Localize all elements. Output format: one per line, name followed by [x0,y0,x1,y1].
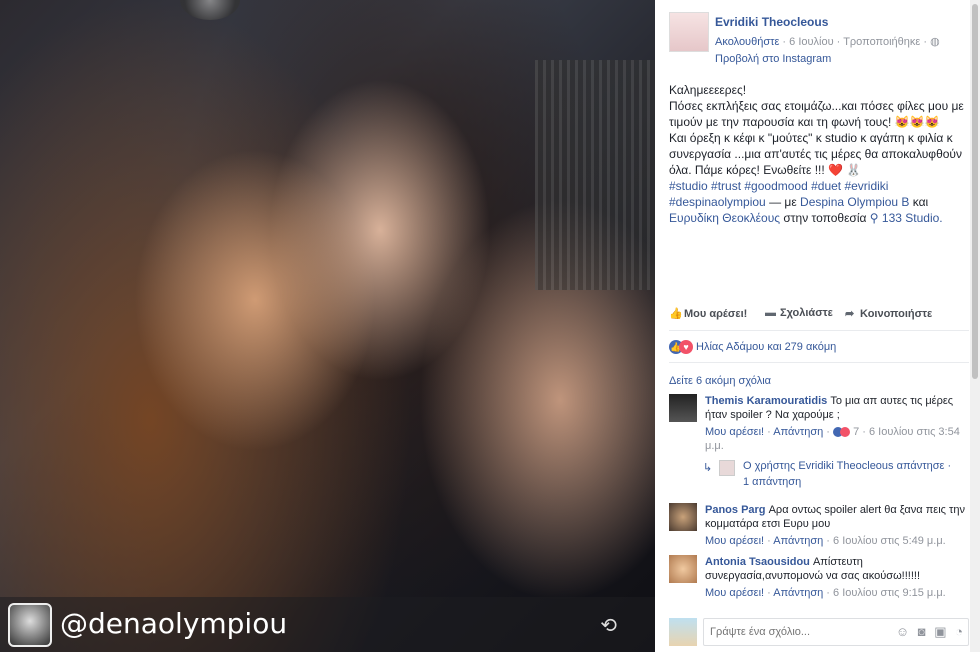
post-meta: Ακολουθήστε · 6 Ιουλίου · Τροποποιήθηκε … [715,36,940,48]
reactions-text: Ηλίας Αδάμου και 279 ακόμη [696,340,837,353]
post-actions: 👍Μου αρέσει! ▬ Σχολιάστε ➦ Κοινοποιήστε [669,306,969,324]
instagram-link[interactable]: Προβολή στο Instagram [715,53,831,65]
post-line: Καλημεεεερες! [669,83,747,97]
comment-author[interactable]: Antonia Tsaousidou [705,556,810,568]
share-label: Κοινοποιήστε [860,308,933,320]
reactions-summary[interactable]: 👍 ♥ Ηλίας Αδάμου και 279 ακόμη [669,340,969,354]
emoji-icon[interactable]: ☺ [896,624,909,639]
share-button[interactable]: ➦ Κοινοποιήστε [845,307,932,320]
post-line: Πόσες εκπλήξεις σας ετοιμάζω...και πόσες… [669,99,964,129]
follow-link[interactable]: Ακολουθήστε [715,36,779,48]
comment-composer: ☺ ◙ ▣ ◔ [669,618,969,646]
comment-reply-button[interactable]: Απάντηση [773,426,823,438]
comment-meta: Μου αρέσει! · Απάντηση · 6 Ιουλίου στις … [705,587,946,599]
tag-despina[interactable]: Despina Olympiou B [800,195,909,209]
comment-time[interactable]: 6 Ιουλίου στις 9:15 μ.μ. [833,587,946,599]
post-line: Και όρεξη κ κέφι κ "μούτες" κ studio κ α… [669,131,962,177]
love-reaction-icon [840,427,851,438]
comment-reaction-count[interactable]: 7 [853,426,859,438]
reply-thread-text: Ο χρήστης Evridiki Theocleous απάντησε ·… [743,460,952,488]
comment-meta: Μου αρέσει! · Απάντηση · 6 Ιουλίου στις … [705,535,946,547]
comment-author[interactable]: Panos Parg [705,504,766,516]
reply-arrow-icon: ↳ [703,462,713,474]
post-date[interactable]: 6 Ιουλίου [789,36,833,48]
sticker-icon[interactable]: ◔ [955,624,963,639]
location-link[interactable]: 133 Studio. [882,211,943,225]
instagram-watermark: @denaolympiou ⟲ [0,597,655,652]
post-photo[interactable]: @denaolympiou ⟲ [0,0,655,652]
comment-like-button[interactable]: Μου αρέσει! [705,535,764,547]
page-avatar[interactable] [669,12,709,52]
reply-avatar [719,460,735,476]
edited-label[interactable]: Τροποποιήθηκε [843,36,920,48]
post-text: Καλημεεεερες! Πόσες εκπλήξεις σας ετοιμά… [669,82,969,226]
gif-icon[interactable]: ▣ [934,624,946,639]
page-name-link[interactable]: Evridiki Theocleous [715,15,828,29]
location-pin-icon: ⚲ [869,211,879,225]
scrollbar-thumb[interactable] [972,4,978,379]
scrollbar[interactable] [970,0,980,652]
mixing-console [535,60,655,290]
like-button[interactable]: 👍Μου αρέσει! [669,307,747,320]
share-icon: ➦ [845,308,855,320]
view-more-comments[interactable]: Δείτε 6 ακόμη σχόλια [669,375,771,387]
studio-lamp [180,0,240,20]
comment-body: Antonia Tsaousidou Απίστευτη συνεργασία,… [705,555,967,600]
with-label: — με [769,195,797,209]
current-user-avatar [669,618,697,646]
post-tags-line: #studio #trust #goodmood #duet #evridiki… [669,178,969,226]
comment-button[interactable]: ▬ Σχολιάστε [765,307,833,319]
comment-time[interactable]: 6 Ιουλίου στις 5:49 μ.μ. [833,535,946,547]
repost-icon: ⟲ [600,615,617,637]
commenter-avatar[interactable] [669,555,697,583]
divider [669,362,969,363]
composer-icons: ☺ ◙ ▣ ◔ [891,624,963,640]
tag-evridiki[interactable]: Ευρυδίκη Θεοκλέους [669,211,780,225]
comment-like-button[interactable]: Μου αρέσει! [705,426,764,438]
watermark-handle: @denaolympiou [60,607,288,640]
comment-reply-button[interactable]: Απάντηση [773,535,823,547]
comment-meta: Μου αρέσει! · Απάντηση · 7 · 6 Ιουλίου σ… [705,426,960,452]
commenter-avatar[interactable] [669,394,697,422]
and-label: και [912,195,929,209]
comment-author[interactable]: Themis Karamouratidis [705,395,827,407]
location-prefix: στην τοποθεσία [783,211,867,225]
divider [669,330,969,331]
comment-body: Panos Parg Αρα οντως spoiler alert θα ξα… [705,503,967,548]
comment-icon: ▬ [765,307,776,319]
post-panel: Evridiki Theocleous Ακολουθήστε · 6 Ιουλ… [655,0,980,652]
camera-icon[interactable]: ◙ [918,624,926,639]
comment-label: Σχολιάστε [780,307,833,319]
comment-like-button[interactable]: Μου αρέσει! [705,587,764,599]
thumbs-up-icon: 👍 [669,308,683,320]
like-label: Μου αρέσει! [684,308,748,320]
comment-reply-button[interactable]: Απάντηση [773,587,823,599]
love-reaction-icon: ♥ [679,340,693,354]
post-header: Evridiki Theocleous Ακολουθήστε · 6 Ιουλ… [669,10,969,70]
comment-body: Themis Karamouratidis Το μια απ αυτες τι… [705,394,967,453]
commenter-avatar[interactable] [669,503,697,531]
globe-icon: ◍ [930,36,940,48]
watermark-avatar [8,603,52,647]
